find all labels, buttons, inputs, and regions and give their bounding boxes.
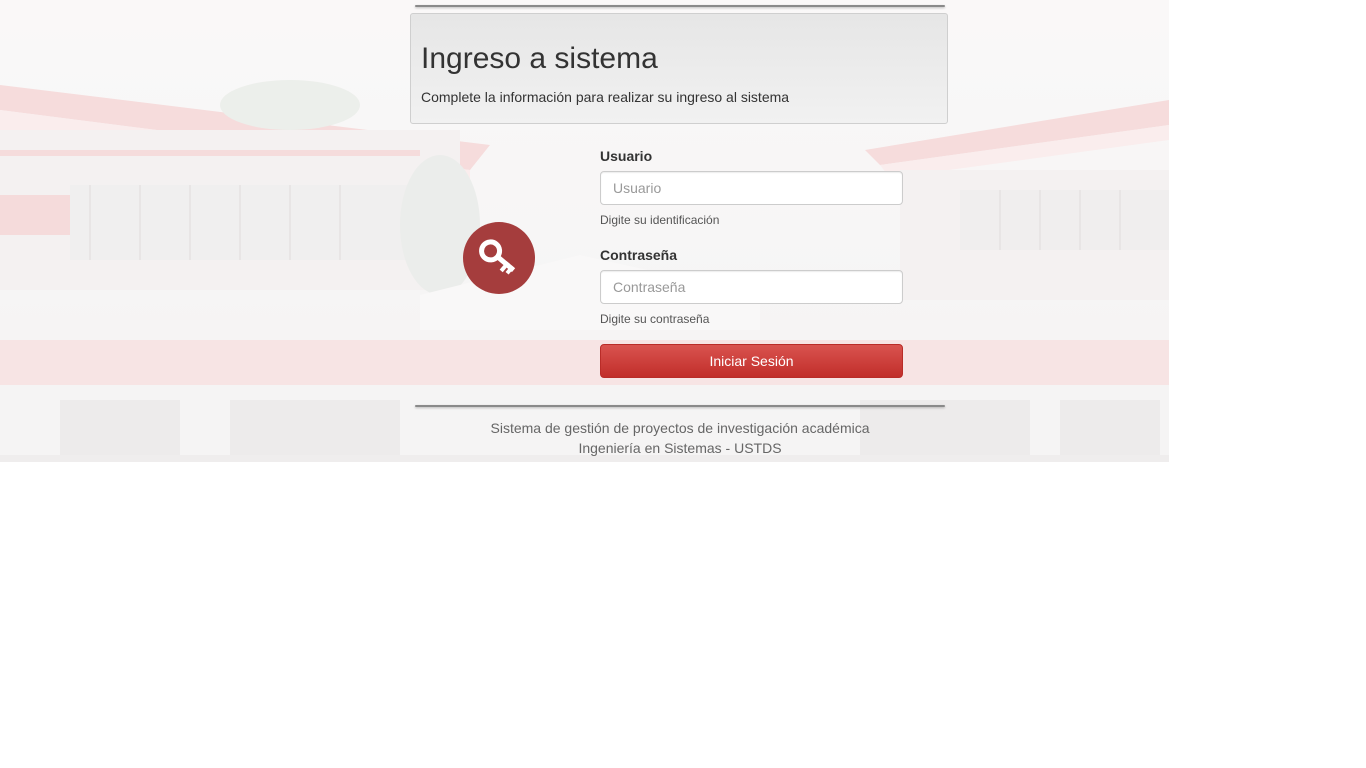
key-icon xyxy=(463,222,535,294)
footer-system-name: Sistema de gestión de proyectos de inves… xyxy=(490,420,870,436)
password-input[interactable] xyxy=(600,270,903,304)
password-label: Contraseña xyxy=(600,247,678,263)
password-help-text: Digite su contraseña xyxy=(600,312,710,326)
bottom-divider xyxy=(415,405,945,407)
footer-department: Ingeniería en Sistemas - USTDS xyxy=(578,440,782,456)
username-label: Usuario xyxy=(600,148,653,164)
page-subtitle: Complete la información para realizar su… xyxy=(421,89,790,105)
page-title: Ingreso a sistema xyxy=(421,42,658,75)
top-divider xyxy=(415,5,945,7)
header-panel: Ingreso a sistema Complete la informació… xyxy=(410,13,948,124)
username-input[interactable] xyxy=(600,171,903,205)
username-help-text: Digite su identificación xyxy=(600,213,720,227)
login-button[interactable]: Iniciar Sesión xyxy=(600,344,903,378)
